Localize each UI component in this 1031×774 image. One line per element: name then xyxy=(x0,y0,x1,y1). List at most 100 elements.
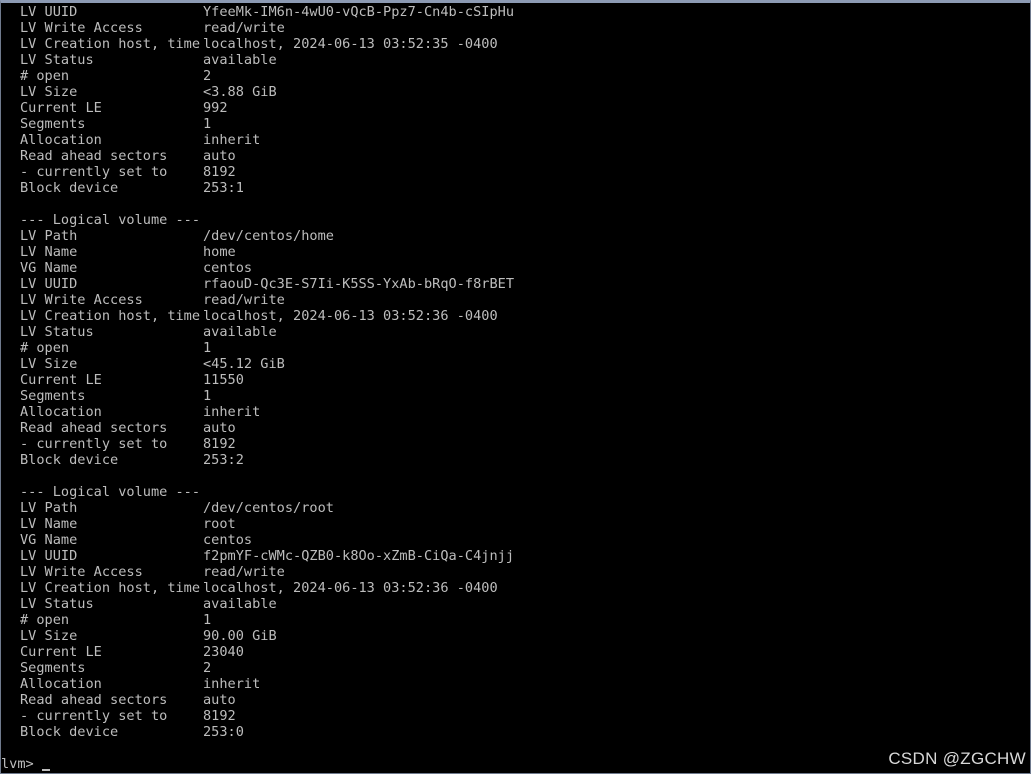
field-label: Block device xyxy=(20,724,119,740)
field-label: Block device xyxy=(20,180,119,196)
field-value: /dev/centos/home xyxy=(203,228,334,244)
field-row: LV Size 90.00 GiB xyxy=(4,628,1030,644)
field-value: available xyxy=(203,324,277,340)
field-value: inherit xyxy=(203,404,261,420)
field-value: 8192 xyxy=(203,436,236,452)
field-label: LV Status xyxy=(20,52,94,68)
field-row: LV Name root xyxy=(4,516,1030,532)
field-row: # open 2 xyxy=(4,68,1030,84)
field-label: LV UUID xyxy=(20,548,78,564)
field-row: - currently set to 8192 xyxy=(4,708,1030,724)
field-row: Block device 253:2 xyxy=(4,452,1030,468)
field-label: Read ahead sectors xyxy=(20,692,168,708)
field-value: 1 xyxy=(203,388,212,404)
field-label: Read ahead sectors xyxy=(20,148,168,164)
field-value: inherit xyxy=(203,132,261,148)
field-row: Allocation inherit xyxy=(4,132,1030,148)
field-row: LV UUID f2pmYF-cWMc-QZB0-k8Oo-xZmB-CiQa-C… xyxy=(4,548,1030,564)
field-row: LV Name home xyxy=(4,244,1030,260)
field-value: localhost, 2024-06-13 03:52:36 -0400 xyxy=(203,580,498,596)
field-label: Current LE xyxy=(20,100,102,116)
field-value: read/write xyxy=(203,564,285,580)
field-value: localhost, 2024-06-13 03:52:35 -0400 xyxy=(203,36,498,52)
field-row: - currently set to 8192 xyxy=(4,436,1030,452)
field-row: Segments 1 xyxy=(4,388,1030,404)
field-row: Current LE 992 xyxy=(4,100,1030,116)
field-value: localhost, 2024-06-13 03:52:36 -0400 xyxy=(203,308,498,324)
field-label: - currently set to xyxy=(20,436,168,452)
command-prompt-line[interactable]: lvm> xyxy=(1,756,1030,772)
field-value: 253:0 xyxy=(203,724,244,740)
field-row: # open 1 xyxy=(4,340,1030,356)
field-label: Allocation xyxy=(20,676,102,692)
field-row: LV Creation host, time localhost, 2024-06… xyxy=(4,580,1030,596)
text-cursor[interactable] xyxy=(41,756,50,771)
field-value: auto xyxy=(203,420,236,436)
field-label: Current LE xyxy=(20,372,102,388)
field-label: Current LE xyxy=(20,644,102,660)
volume-header-text: --- Logical volume --- xyxy=(20,212,201,228)
field-row: LV Path/dev/centos/root xyxy=(4,500,1030,516)
field-value: <45.12 GiB xyxy=(203,356,285,372)
field-label: LV Status xyxy=(20,324,94,340)
field-label: LV Name xyxy=(20,244,78,260)
field-value: 1 xyxy=(203,340,212,356)
volume-header-text: --- Logical volume --- xyxy=(20,484,201,500)
field-label: LV Path xyxy=(20,228,78,244)
field-row: LV Size <45.12 GiB xyxy=(4,356,1030,372)
field-label: LV Size xyxy=(20,356,78,372)
field-row: LV Path/dev/centos/home xyxy=(4,228,1030,244)
field-value: available xyxy=(203,596,277,612)
field-label: Segments xyxy=(20,388,86,404)
field-value: available xyxy=(203,52,277,68)
field-row: LV Size <3.88 GiB xyxy=(4,84,1030,100)
field-label: LV Path xyxy=(20,500,78,516)
field-label: LV Size xyxy=(20,84,78,100)
field-row: Read ahead sectors auto xyxy=(4,692,1030,708)
field-value: 253:1 xyxy=(203,180,244,196)
field-row: Segments 1 xyxy=(4,116,1030,132)
terminal-window[interactable]: LV UUID YfeeMk-IM6n-4wU0-vQcB-Ppz7-Cn4b-c… xyxy=(0,0,1031,774)
field-row: LV Write Access read/write xyxy=(4,564,1030,580)
field-row: Block device 253:1 xyxy=(4,180,1030,196)
field-value: read/write xyxy=(203,292,285,308)
field-row: Allocation inherit xyxy=(4,676,1030,692)
field-label: VG Name xyxy=(20,532,78,548)
field-row: Read ahead sectors auto xyxy=(4,420,1030,436)
field-row: Segments 2 xyxy=(4,660,1030,676)
field-value: 8192 xyxy=(203,164,236,180)
field-row: VG Name centos xyxy=(4,260,1030,276)
field-value: rfaouD-Qc3E-S7Ii-K5SS-YxAb-bRqO-f8rBET xyxy=(203,276,514,292)
field-row: Allocation inherit xyxy=(4,404,1030,420)
field-row: - currently set to 8192 xyxy=(4,164,1030,180)
field-label: LV Write Access xyxy=(20,20,143,36)
console-output: LV UUID YfeeMk-IM6n-4wU0-vQcB-Ppz7-Cn4b-c… xyxy=(1,4,1030,772)
field-value: 8192 xyxy=(203,708,236,724)
field-row: Read ahead sectors auto xyxy=(4,148,1030,164)
field-label: Segments xyxy=(20,660,86,676)
field-label: Read ahead sectors xyxy=(20,420,168,436)
field-row: LV UUID rfaouD-Qc3E-S7Ii-K5SS-YxAb-bRqO-f… xyxy=(4,276,1030,292)
field-row: LV UUID YfeeMk-IM6n-4wU0-vQcB-Ppz7-Cn4b-c… xyxy=(4,4,1030,20)
field-label: Allocation xyxy=(20,132,102,148)
